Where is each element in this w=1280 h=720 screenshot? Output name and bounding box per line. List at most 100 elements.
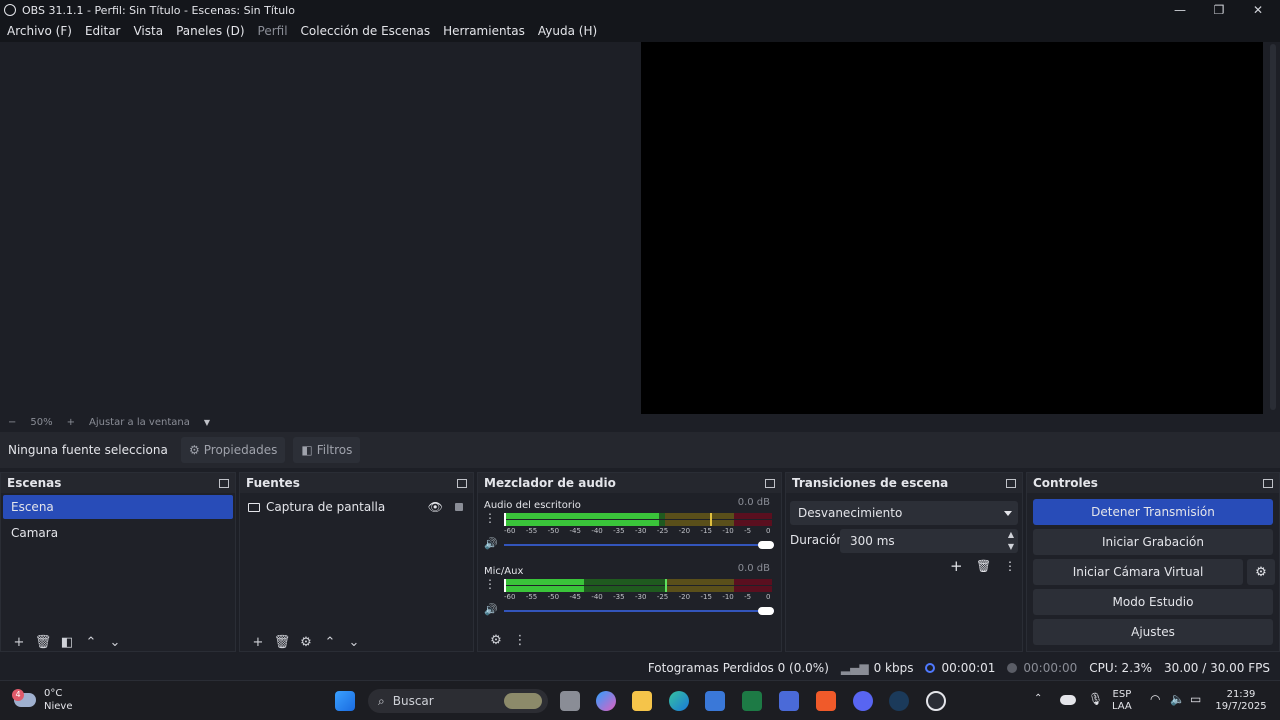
start-menu-icon[interactable] bbox=[335, 691, 355, 711]
sources-toolbar: + 🗑 ⚙ ⌃ ⌄ bbox=[240, 630, 473, 654]
weather-widget[interactable]: 4 0°C Nieve bbox=[12, 687, 72, 713]
edge-browser-icon[interactable] bbox=[669, 691, 689, 711]
volume-icon[interactable]: 🔈 bbox=[1170, 693, 1185, 705]
undock-icon[interactable] bbox=[457, 478, 467, 488]
lock-icon[interactable] bbox=[455, 503, 463, 511]
chevron-up-icon[interactable]: ⌃ bbox=[1034, 693, 1042, 705]
meter-ticks: -60 -55 -50 -45 -40 -35 -30 -25 -20 -15 -10 -5 0 bbox=[504, 527, 774, 537]
transition-select[interactable]: Desvanecimiento bbox=[790, 501, 1018, 525]
scene-item-escena[interactable]: Escena bbox=[3, 495, 233, 519]
gear-icon[interactable]: ⚙ bbox=[294, 635, 318, 650]
menu-help[interactable]: Ayuda (H) bbox=[538, 24, 597, 38]
filters-button[interactable]: ◧ Filtros bbox=[293, 437, 361, 463]
onedrive-cloud-icon[interactable] bbox=[1060, 695, 1076, 705]
microphone-icon[interactable]: 🎙 bbox=[1088, 693, 1103, 705]
transitions-title: Transiciones de escena bbox=[792, 476, 949, 490]
volume-slider-handle[interactable] bbox=[758, 541, 774, 549]
copilot-icon[interactable] bbox=[596, 691, 616, 711]
zoom-out-button[interactable]: − bbox=[8, 417, 16, 428]
brave-browser-icon[interactable] bbox=[816, 691, 836, 711]
source-item[interactable]: Captura de pantalla 👁 bbox=[240, 495, 473, 519]
start-recording-button[interactable]: Iniciar Grabación bbox=[1033, 529, 1273, 555]
undock-icon[interactable] bbox=[219, 478, 229, 488]
preview-canvas[interactable] bbox=[641, 42, 1263, 414]
volume-slider[interactable] bbox=[504, 610, 774, 612]
speaker-icon[interactable]: 🔊 bbox=[484, 537, 498, 550]
menu-tools[interactable]: Herramientas bbox=[443, 24, 525, 38]
volume-slider-handle[interactable] bbox=[758, 607, 774, 615]
menu-file[interactable]: Archivo (F) bbox=[7, 24, 72, 38]
meter-tick-label: -25 bbox=[656, 527, 669, 535]
minimize-button[interactable]: — bbox=[1160, 0, 1200, 20]
preview-scrollbar[interactable] bbox=[1270, 44, 1276, 410]
trash-icon[interactable]: 🗑 bbox=[31, 635, 55, 650]
add-scene-button[interactable]: + bbox=[7, 635, 31, 650]
settings-button[interactable]: Ajustes bbox=[1033, 619, 1273, 645]
volume-slider[interactable] bbox=[504, 544, 774, 546]
menu-scene-collection[interactable]: Colección de Escenas bbox=[301, 24, 431, 38]
stream-time: 00:00:01 bbox=[941, 661, 996, 675]
scenes-title: Escenas bbox=[7, 476, 62, 490]
speaker-icon[interactable]: 🔊 bbox=[484, 603, 498, 616]
filter-icon[interactable]: ◧ bbox=[55, 635, 79, 650]
mixer-dock-title: Mezclador de audio bbox=[478, 473, 781, 493]
microsoft-store-icon[interactable] bbox=[705, 691, 725, 711]
chevron-down-icon[interactable]: ⌄ bbox=[103, 635, 127, 650]
taskbar-search[interactable]: ⌕ Buscar bbox=[368, 689, 548, 713]
trash-icon[interactable]: 🗑 bbox=[976, 559, 991, 573]
trash-icon[interactable]: 🗑 bbox=[270, 635, 294, 650]
menu-edit[interactable]: Editar bbox=[85, 24, 121, 38]
outlook-icon[interactable] bbox=[779, 691, 799, 711]
menu-docks[interactable]: Paneles (D) bbox=[176, 24, 244, 38]
undock-icon[interactable] bbox=[1263, 478, 1273, 488]
file-explorer-icon[interactable] bbox=[632, 691, 652, 711]
battery-icon[interactable]: ▭ bbox=[1190, 693, 1201, 705]
add-source-button[interactable]: + bbox=[246, 635, 270, 650]
maximize-button[interactable]: ❐ bbox=[1199, 0, 1239, 20]
virtual-camera-settings-gear-icon[interactable]: ⚙ bbox=[1247, 559, 1275, 585]
wifi-icon[interactable]: ◠ bbox=[1150, 693, 1160, 705]
chevron-up-icon[interactable]: ⌃ bbox=[318, 635, 342, 650]
start-virtual-camera-button[interactable]: Iniciar Cámara Virtual bbox=[1033, 559, 1243, 585]
studio-mode-button[interactable]: Modo Estudio bbox=[1033, 589, 1273, 615]
close-button[interactable]: ✕ bbox=[1238, 0, 1278, 20]
obs-taskbar-icon[interactable] bbox=[926, 691, 946, 711]
chevron-down-icon[interactable]: ⌄ bbox=[342, 635, 366, 650]
chevron-up-icon[interactable]: ⌃ bbox=[79, 635, 103, 650]
undock-icon[interactable] bbox=[765, 478, 775, 488]
transition-selected: Desvanecimiento bbox=[798, 506, 903, 520]
title-bar: OBS 31.1.1 - Perfil: Sin Título - Escena… bbox=[0, 0, 1280, 20]
eye-icon[interactable]: 👁 bbox=[428, 500, 443, 514]
meter-peak bbox=[664, 579, 667, 592]
controls-dock: Controles Detener Transmisión Iniciar Gr… bbox=[1026, 472, 1280, 652]
task-view-icon[interactable] bbox=[560, 691, 580, 711]
more-options-icon[interactable]: ⋮ bbox=[508, 633, 532, 648]
signal-icon: ▂▄▆ bbox=[840, 661, 869, 675]
duration-stepper[interactable]: ▲ ▼ bbox=[1008, 529, 1014, 553]
more-options-icon[interactable]: ⋮ bbox=[1004, 559, 1016, 573]
meter-zone bbox=[664, 520, 735, 526]
preview-area[interactable] bbox=[0, 42, 1280, 414]
steam-icon[interactable] bbox=[889, 691, 909, 711]
zoom-in-button[interactable]: + bbox=[67, 417, 75, 428]
menu-profile[interactable]: Perfil bbox=[258, 24, 288, 38]
excel-icon[interactable] bbox=[742, 691, 762, 711]
fit-to-window-button[interactable]: Ajustar a la ventana bbox=[89, 417, 190, 428]
add-transition-button[interactable]: + bbox=[950, 557, 963, 575]
clock[interactable]: 21:39 19/7/2025 bbox=[1212, 689, 1270, 713]
filters-label: Filtros bbox=[316, 443, 353, 457]
chevron-down-icon[interactable]: ▼ bbox=[204, 418, 210, 427]
discord-icon[interactable] bbox=[853, 691, 873, 711]
duration-input[interactable]: 300 ms ▲ ▼ bbox=[840, 529, 1018, 553]
more-options-icon[interactable]: ⋮ bbox=[484, 577, 496, 591]
advanced-audio-gear-icon[interactable]: ⚙ bbox=[484, 633, 508, 648]
scenes-toolbar: + 🗑 ◧ ⌃ ⌄ bbox=[1, 630, 235, 654]
stop-streaming-button[interactable]: Detener Transmisión bbox=[1033, 499, 1273, 525]
menu-view[interactable]: Vista bbox=[133, 24, 163, 38]
undock-icon[interactable] bbox=[1006, 478, 1016, 488]
language-indicator[interactable]: ESP LAA bbox=[1112, 689, 1132, 713]
more-options-icon[interactable]: ⋮ bbox=[484, 511, 496, 525]
gear-icon: ⚙ bbox=[189, 443, 200, 457]
scene-item-camara[interactable]: Camara bbox=[3, 521, 233, 545]
properties-button[interactable]: ⚙ Propiedades bbox=[181, 437, 286, 463]
